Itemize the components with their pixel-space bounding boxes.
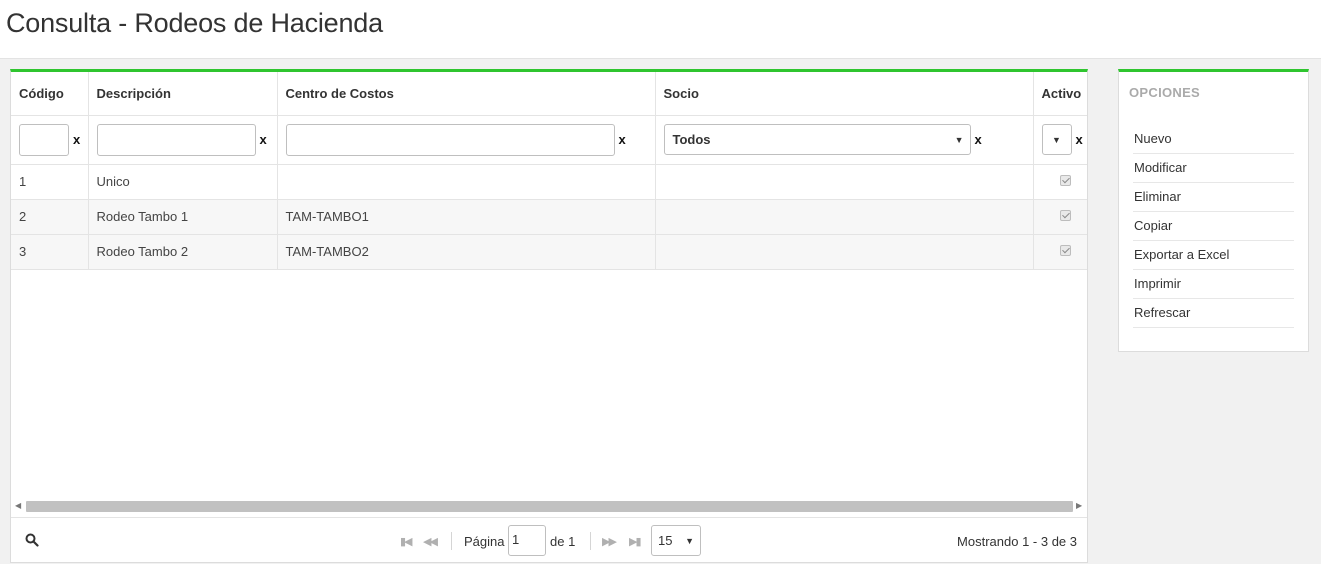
cell-descripcion: Rodeo Tambo 1 [88,199,278,235]
cell-socio [655,199,1034,235]
clear-centro-costos-filter-button[interactable]: x [619,132,626,147]
pager: ▮◀ ◀◀ Página 1 de 1 ▶▶ ▶▮ 15 ▼ Mostrando… [11,517,1087,563]
options-list: Nuevo Modificar Eliminar Copiar Exportar… [1133,125,1294,328]
centro-costos-filter-input[interactable] [285,123,615,156]
prev-page-icon[interactable]: ◀◀ [423,535,438,548]
clear-codigo-filter-button[interactable]: x [73,132,80,147]
scroll-right-icon[interactable]: ▶ [1076,501,1082,510]
horizontal-scrollbar[interactable]: ◀ ▶ [11,499,1087,514]
caret-down-icon: ▼ [685,535,694,546]
table-row[interactable]: 2 Rodeo Tambo 1 TAM-TAMBO1 [11,199,1087,235]
filter-cell-descripcion: x [88,115,278,165]
pager-separator [590,532,591,550]
grid-panel: Código Descripción Centro de Costos Soci… [10,69,1088,563]
option-eliminar[interactable]: Eliminar [1133,183,1294,212]
table-row[interactable]: 1 Unico [11,164,1087,200]
cell-activo [1033,164,1087,200]
scroll-left-icon[interactable]: ◀ [15,501,21,510]
column-header-codigo[interactable]: Código [11,72,89,116]
page-size-select[interactable]: 15 ▼ [651,525,701,556]
column-header-centro-costos[interactable]: Centro de Costos [277,72,656,116]
page-count-label: de 1 [550,534,576,549]
option-imprimir[interactable]: Imprimir [1133,270,1294,299]
option-modificar[interactable]: Modificar [1133,154,1294,183]
cell-activo [1033,199,1087,235]
filter-cell-socio: Todos ▼ x [655,115,1034,165]
scrollbar-thumb[interactable] [26,501,1073,512]
cell-centro-costos: TAM-TAMBO1 [277,199,656,235]
socio-filter-value: Todos [672,132,711,147]
activo-filter-select[interactable]: ▼ [1041,124,1072,155]
cell-centro-costos [277,164,656,200]
page-title: Consulta - Rodeos de Hacienda [6,8,383,38]
activo-checkbox [1059,210,1071,221]
data-grid: Código Descripción Centro de Costos Soci… [11,72,1087,270]
cell-descripcion: Rodeo Tambo 2 [88,234,278,270]
next-page-icon[interactable]: ▶▶ [602,535,617,548]
clear-descripcion-filter-button[interactable]: x [260,132,267,147]
column-header-activo[interactable]: Activo [1033,72,1087,116]
cell-codigo: 3 [11,234,89,270]
descripcion-filter-input[interactable] [96,123,256,156]
clear-socio-filter-button[interactable]: x [975,132,982,147]
options-panel: OPCIONES Nuevo Modificar Eliminar Copiar… [1118,69,1309,352]
caret-down-icon: ▼ [1052,134,1061,145]
first-page-icon[interactable]: ▮◀ [400,535,412,548]
records-status: Mostrando 1 - 3 de 3 [957,534,1077,549]
cell-centro-costos: TAM-TAMBO2 [277,234,656,270]
option-nuevo[interactable]: Nuevo [1133,125,1294,154]
page-label: Página [464,534,505,549]
page-size-value: 15 [658,533,673,548]
filter-cell-centro-costos: x [277,115,656,165]
activo-checkbox [1059,175,1071,186]
clear-activo-filter-button[interactable]: x [1076,132,1083,147]
cell-descripcion: Unico [88,164,278,200]
last-page-icon[interactable]: ▶▮ [629,535,641,548]
filter-cell-codigo: x [11,115,89,165]
option-exportar-excel[interactable]: Exportar a Excel [1133,241,1294,270]
filter-cell-activo: ▼ x [1033,115,1087,165]
column-header-descripcion[interactable]: Descripción [88,72,278,116]
options-title: OPCIONES [1129,85,1201,100]
cell-socio [655,234,1034,270]
search-icon[interactable] [25,533,39,547]
cell-codigo: 1 [11,164,89,200]
cell-activo [1033,234,1087,270]
cell-codigo: 2 [11,199,89,235]
socio-filter-select[interactable]: Todos ▼ [663,124,971,155]
cell-socio [655,164,1034,200]
caret-down-icon: ▼ [954,134,964,145]
page-number-input[interactable]: 1 [508,525,546,556]
table-row[interactable]: 3 Rodeo Tambo 2 TAM-TAMBO2 [11,234,1087,270]
option-refrescar[interactable]: Refrescar [1133,299,1294,328]
activo-checkbox [1059,245,1071,256]
option-copiar[interactable]: Copiar [1133,212,1294,241]
filter-row: x x x Todos ▼ x ▼ x [11,115,1087,165]
codigo-filter-input[interactable] [19,123,69,156]
page-header: Consulta - Rodeos de Hacienda [0,0,1321,59]
column-header-socio[interactable]: Socio [655,72,1034,116]
pager-separator [451,532,452,550]
